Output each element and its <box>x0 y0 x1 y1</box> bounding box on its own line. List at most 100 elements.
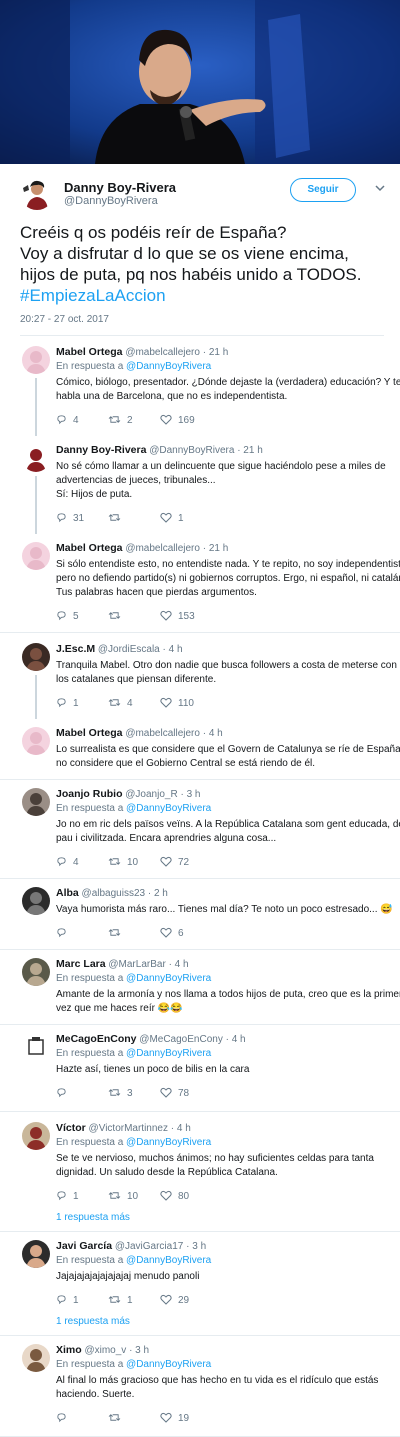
reply-action[interactable] <box>56 1412 108 1425</box>
like-action[interactable]: 72 <box>160 856 204 869</box>
chevron-down-icon[interactable] <box>374 182 386 194</box>
reply-action[interactable]: 1 <box>56 1294 108 1307</box>
reply-to-handle[interactable]: @DannyBoyRivera <box>126 1359 211 1370</box>
reply-avatar[interactable] <box>22 1033 50 1061</box>
like-action[interactable]: 110 <box>160 697 204 710</box>
reply-handle[interactable]: @JaviGarcia17 <box>115 1241 184 1252</box>
like-action[interactable]: 78 <box>160 1087 204 1100</box>
author-display-name[interactable]: Danny Boy-Rivera <box>64 180 176 195</box>
reply-display-name[interactable]: Ximo <box>56 1344 82 1356</box>
reply-time[interactable]: · 4 h <box>226 1034 246 1045</box>
reply-tweet[interactable]: Mabel Ortega @mabelcallejero · 21 h Si só… <box>0 534 400 633</box>
reply-avatar[interactable] <box>22 727 50 755</box>
reply-display-name[interactable]: Víctor <box>56 1122 86 1134</box>
reply-handle[interactable]: @mabelcallejero <box>125 347 200 358</box>
reply-handle[interactable]: @mabelcallejero <box>125 728 200 739</box>
reply-handle[interactable]: @DannyBoyRivera <box>149 445 234 456</box>
reply-handle[interactable]: @albaguiss23 <box>82 888 146 899</box>
reply-time[interactable]: · 21 h <box>237 445 263 456</box>
reply-display-name[interactable]: Danny Boy-Rivera <box>56 444 146 456</box>
reply-handle[interactable]: @MarLarBar <box>108 959 165 970</box>
author-avatar[interactable] <box>20 176 54 210</box>
reply-action[interactable] <box>56 927 108 940</box>
reply-time[interactable]: · 4 h <box>171 1123 191 1134</box>
reply-action[interactable]: 31 <box>56 512 108 525</box>
reply-handle[interactable]: @Joanjo_R <box>125 789 177 800</box>
reply-display-name[interactable]: Mabel Ortega <box>56 727 123 739</box>
reply-tweet[interactable]: Javi García @JaviGarcia17 · 3 h En respue… <box>0 1232 400 1336</box>
reply-avatar[interactable] <box>22 1344 50 1372</box>
retweet-action[interactable]: 4 <box>108 697 160 710</box>
reply-to-handle[interactable]: @DannyBoyRivera <box>126 1137 211 1148</box>
reply-time[interactable]: · 21 h <box>203 347 229 358</box>
reply-tweet[interactable]: Mabel Ortega @mabelcallejero · 4 h Lo sur… <box>0 719 400 780</box>
reply-display-name[interactable]: Marc Lara <box>56 958 106 970</box>
reply-display-name[interactable]: Mabel Ortega <box>56 542 123 554</box>
reply-action[interactable]: 1 <box>56 697 108 710</box>
like-action[interactable]: 169 <box>160 414 204 427</box>
reply-avatar[interactable] <box>22 346 50 374</box>
reply-action[interactable]: 4 <box>56 856 108 869</box>
reply-to-handle[interactable]: @DannyBoyRivera <box>126 803 211 814</box>
like-action[interactable]: 6 <box>160 927 204 940</box>
reply-to-handle[interactable]: @DannyBoyRivera <box>126 973 211 984</box>
reply-action[interactable] <box>56 1087 108 1100</box>
like-action[interactable]: 1 <box>160 512 204 525</box>
more-replies-link[interactable]: 1 respuesta más <box>56 1212 390 1223</box>
reply-display-name[interactable]: Alba <box>56 887 79 899</box>
reply-tweet[interactable]: Mabel Ortega @mabelcallejero · 21 h En re… <box>0 336 400 436</box>
reply-avatar[interactable] <box>22 958 50 986</box>
retweet-action[interactable]: 2 <box>108 414 160 427</box>
like-action[interactable]: 29 <box>160 1294 204 1307</box>
reply-avatar[interactable] <box>22 643 50 671</box>
reply-avatar[interactable] <box>22 542 50 570</box>
reply-time[interactable]: · 21 h <box>203 543 229 554</box>
reply-avatar[interactable] <box>22 444 50 472</box>
reply-tweet[interactable]: Danny Boy-Rivera @DannyBoyRivera · 21 h N… <box>0 436 400 534</box>
reply-action[interactable]: 4 <box>56 414 108 427</box>
reply-time[interactable]: · 3 h <box>180 789 200 800</box>
reply-tweet[interactable]: Joanjo Rubio @Joanjo_R · 3 h En respuesta… <box>0 780 400 879</box>
tweet-timestamp[interactable]: 20:27 - 27 oct. 2017 <box>20 314 384 325</box>
reply-avatar[interactable] <box>22 1240 50 1268</box>
reply-tweet[interactable]: Alba @albaguiss23 · 2 h Vaya humorista má… <box>0 879 400 950</box>
reply-time[interactable]: · 4 h <box>169 959 189 970</box>
reply-display-name[interactable]: Mabel Ortega <box>56 346 123 358</box>
more-replies-link[interactable]: 1 respuesta más <box>56 1316 390 1327</box>
retweet-action[interactable] <box>108 512 160 525</box>
reply-to-handle[interactable]: @DannyBoyRivera <box>126 1048 211 1059</box>
reply-tweet[interactable]: Víctor @VictorMartinnez · 4 h En respuest… <box>0 1112 400 1232</box>
reply-handle[interactable]: @VictorMartinnez <box>89 1123 168 1134</box>
reply-display-name[interactable]: Joanjo Rubio <box>56 788 123 800</box>
reply-tweet[interactable]: MeCagoEnCony @MeCagoEnCony · 4 h En respu… <box>0 1025 400 1112</box>
reply-time[interactable]: · 4 h <box>203 728 223 739</box>
reply-avatar[interactable] <box>22 887 50 915</box>
reply-handle[interactable]: @mabelcallejero <box>125 543 200 554</box>
reply-display-name[interactable]: MeCagoEnCony <box>56 1033 137 1045</box>
hashtag-link[interactable]: #EmpiezaLaAccion <box>20 285 384 306</box>
reply-handle[interactable]: @MeCagoEnCony <box>139 1034 223 1045</box>
retweet-action[interactable] <box>108 927 160 940</box>
like-action[interactable]: 19 <box>160 1412 204 1425</box>
reply-avatar[interactable] <box>22 1122 50 1150</box>
reply-display-name[interactable]: Javi García <box>56 1240 112 1252</box>
reply-to-handle[interactable]: @DannyBoyRivera <box>126 1255 211 1266</box>
reply-to-handle[interactable]: @DannyBoyRivera <box>126 361 211 372</box>
reply-time[interactable]: · 2 h <box>148 888 168 899</box>
reply-tweet[interactable]: J.Esc.M @JordiEscala · 4 h Tranquila Mabe… <box>0 633 400 719</box>
retweet-action[interactable]: 1 <box>108 1294 160 1307</box>
reply-time[interactable]: · 3 h <box>129 1345 149 1356</box>
reply-handle[interactable]: @JordiEscala <box>98 644 160 655</box>
reply-display-name[interactable]: J.Esc.M <box>56 643 95 655</box>
retweet-action[interactable] <box>108 610 160 623</box>
retweet-action[interactable]: 10 <box>108 1190 160 1203</box>
like-action[interactable]: 153 <box>160 610 204 623</box>
retweet-action[interactable]: 3 <box>108 1087 160 1100</box>
like-action[interactable]: 80 <box>160 1190 204 1203</box>
reply-time[interactable]: · 4 h <box>163 644 183 655</box>
reply-tweet[interactable]: Ximo @ximo_v · 3 h En respuesta a @DannyB… <box>0 1336 400 1437</box>
reply-tweet[interactable]: Marc Lara @MarLarBar · 4 h En respuesta a… <box>0 950 400 1025</box>
retweet-action[interactable] <box>108 1412 160 1425</box>
reply-handle[interactable]: @ximo_v <box>84 1345 126 1356</box>
reply-action[interactable]: 1 <box>56 1190 108 1203</box>
